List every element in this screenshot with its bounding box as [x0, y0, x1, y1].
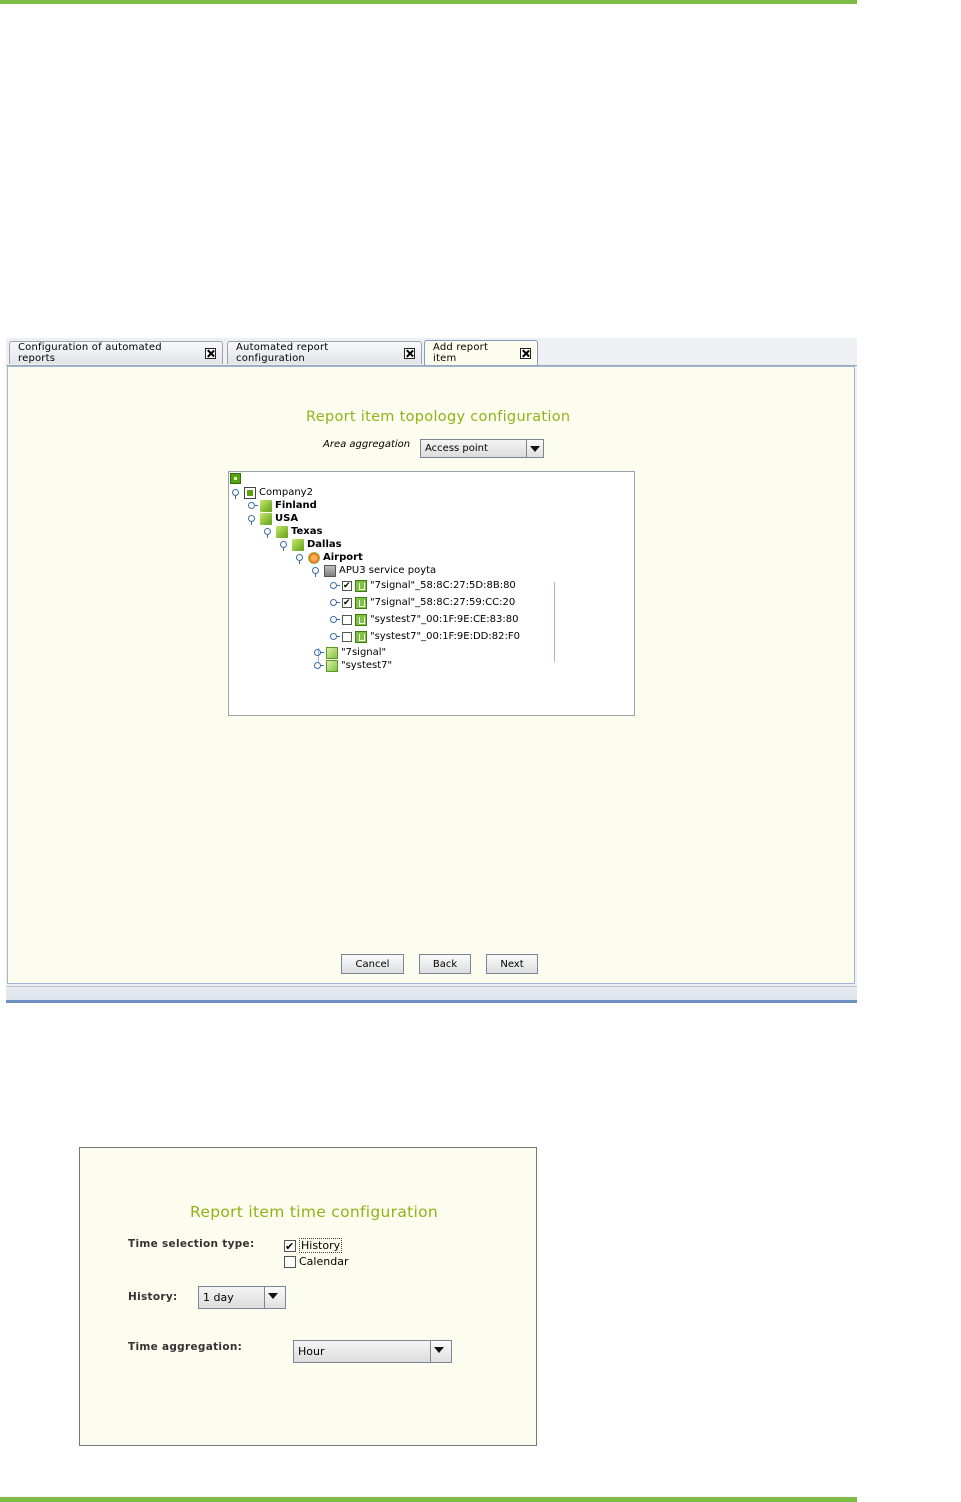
- history-option-label: History: [299, 1238, 343, 1253]
- checkbox-checked[interactable]: [342, 597, 352, 608]
- checkbox-checked[interactable]: [342, 580, 352, 591]
- tab-configuration-of-automated-reports[interactable]: Configuration of automated reports: [9, 341, 223, 364]
- expand-handle-icon[interactable]: [313, 648, 324, 657]
- tree-node-texas[interactable]: Texas: [263, 525, 322, 538]
- tree-node-label: "systest7"_00:1F:9E:DD:82:F0: [370, 631, 520, 642]
- tree-node-company2[interactable]: Company2: [231, 486, 313, 499]
- tree-node-airport[interactable]: Airport: [295, 551, 363, 564]
- expand-handle-icon[interactable]: [329, 598, 340, 607]
- tab-label: Add report item: [433, 342, 489, 364]
- tab-label: Configuration of automated reports: [18, 342, 162, 364]
- tree-guide-line: [554, 582, 555, 662]
- tree-node-apu3-service-poyta[interactable]: APU3 service poyta: [311, 564, 436, 577]
- close-icon[interactable]: [404, 347, 415, 359]
- collapse-handle-icon[interactable]: [279, 540, 288, 551]
- close-icon[interactable]: [205, 347, 216, 359]
- access-point-icon: [355, 630, 367, 643]
- collapse-handle-icon[interactable]: [263, 527, 272, 538]
- next-button[interactable]: Next: [486, 954, 538, 974]
- close-icon[interactable]: [520, 347, 531, 359]
- tree-node-dallas[interactable]: Dallas: [279, 538, 342, 551]
- history-select[interactable]: 1 day: [198, 1286, 286, 1309]
- time-selection-type-label: Time selection type:: [128, 1238, 255, 1250]
- tree-node-label: Dallas: [307, 539, 342, 550]
- tree-node-access-point[interactable]: "systest7"_00:1F:9E:CE:83:80: [329, 613, 518, 626]
- history-option[interactable]: History: [284, 1238, 343, 1253]
- tree-node-ssid[interactable]: "systest7": [313, 659, 392, 672]
- time-aggregation-select[interactable]: Hour: [293, 1340, 452, 1363]
- tree-node-access-point[interactable]: "7signal"_58:8C:27:5D:8B:80: [329, 579, 516, 592]
- tree-node-finland[interactable]: Finland: [247, 499, 317, 512]
- tree-node-label: Airport: [323, 552, 363, 563]
- ssid-icon: [326, 646, 338, 659]
- history-label: History:: [128, 1291, 178, 1303]
- back-button[interactable]: Back: [419, 954, 471, 974]
- chevron-down-icon[interactable]: [430, 1341, 451, 1362]
- tab-bar: Configuration of automated reports Autom…: [6, 338, 857, 366]
- checkbox-unchecked[interactable]: [342, 614, 352, 625]
- access-point-icon: [355, 613, 367, 626]
- location-icon: [308, 551, 320, 564]
- root-node-icon[interactable]: [230, 473, 241, 484]
- floor-icon: [324, 564, 336, 577]
- page-title: Report item topology configuration: [306, 409, 571, 425]
- time-aggregation-label: Time aggregation:: [128, 1341, 243, 1353]
- chevron-down-icon[interactable]: [264, 1287, 285, 1308]
- checkbox-unchecked[interactable]: [284, 1255, 296, 1268]
- building-icon: [292, 538, 304, 551]
- expand-handle-icon[interactable]: [313, 661, 324, 670]
- company-icon: [244, 486, 256, 499]
- topology-config-window: Configuration of automated reports Autom…: [6, 338, 857, 1003]
- time-aggregation-value: Hour: [298, 1345, 325, 1358]
- panel-title: Report item time configuration: [190, 1203, 439, 1221]
- area-aggregation-select[interactable]: Access point: [420, 439, 544, 458]
- tree-node-usa[interactable]: USA: [247, 512, 298, 525]
- tree-node-label: USA: [275, 513, 299, 524]
- access-point-icon: [355, 579, 367, 592]
- collapse-handle-icon[interactable]: [231, 488, 240, 499]
- checkbox-checked[interactable]: [284, 1239, 296, 1252]
- tree-node-access-point[interactable]: "systest7"_00:1F:9E:DD:82:F0: [329, 630, 520, 643]
- tree-node-label: Texas: [291, 526, 323, 537]
- checkbox-unchecked[interactable]: [342, 631, 352, 642]
- chevron-down-icon[interactable]: [526, 440, 543, 457]
- building-icon: [260, 499, 272, 512]
- expand-handle-icon[interactable]: [329, 581, 340, 590]
- content-pane: Report item topology configuration Area …: [7, 366, 855, 984]
- access-point-icon: [355, 596, 367, 609]
- history-value: 1 day: [203, 1291, 234, 1304]
- expand-handle-icon[interactable]: [329, 615, 340, 624]
- expand-handle-icon[interactable]: [247, 501, 258, 510]
- building-icon: [260, 512, 272, 525]
- time-config-panel: Report item time configuration Time sele…: [79, 1147, 537, 1446]
- area-aggregation-value: Access point: [425, 443, 488, 454]
- tree-node-label: "7signal"_58:8C:27:5D:8B:80: [370, 580, 516, 591]
- tree-node-label: "systest7": [341, 660, 393, 671]
- status-bar: [6, 986, 857, 1003]
- tab-add-report-item[interactable]: Add report item: [424, 340, 538, 365]
- collapse-handle-icon[interactable]: [247, 514, 256, 525]
- tree-node-label: Company2: [259, 487, 313, 498]
- tree-node-label: Finland: [275, 500, 317, 511]
- tree-node-label: "7signal": [341, 647, 387, 658]
- tree-node-label: "7signal"_58:8C:27:59:CC:20: [370, 597, 516, 608]
- tab-automated-report-configuration[interactable]: Automated report configuration: [227, 341, 422, 364]
- ssid-icon: [326, 659, 338, 672]
- cancel-button[interactable]: Cancel: [341, 954, 404, 974]
- area-aggregation-label: Area aggregation: [323, 439, 411, 450]
- collapse-handle-icon[interactable]: [311, 566, 320, 577]
- tree-node-access-point[interactable]: "7signal"_58:8C:27:59:CC:20: [329, 596, 515, 609]
- calendar-option[interactable]: Calendar: [284, 1255, 348, 1268]
- building-icon: [276, 525, 288, 538]
- top-green-rule: [0, 0, 857, 4]
- tree-node-label: "systest7"_00:1F:9E:CE:83:80: [370, 614, 519, 625]
- expand-handle-icon[interactable]: [329, 632, 340, 641]
- bottom-green-rule: [0, 1497, 857, 1502]
- tab-label: Automated report configuration: [236, 342, 329, 364]
- collapse-handle-icon[interactable]: [295, 553, 304, 564]
- tree-node-label: APU3 service poyta: [339, 565, 437, 576]
- calendar-option-label: Calendar: [299, 1255, 349, 1268]
- topology-tree[interactable]: Company2 Finland USA Texas Dallas Airpor…: [228, 471, 635, 716]
- tree-node-ssid[interactable]: "7signal": [313, 646, 386, 659]
